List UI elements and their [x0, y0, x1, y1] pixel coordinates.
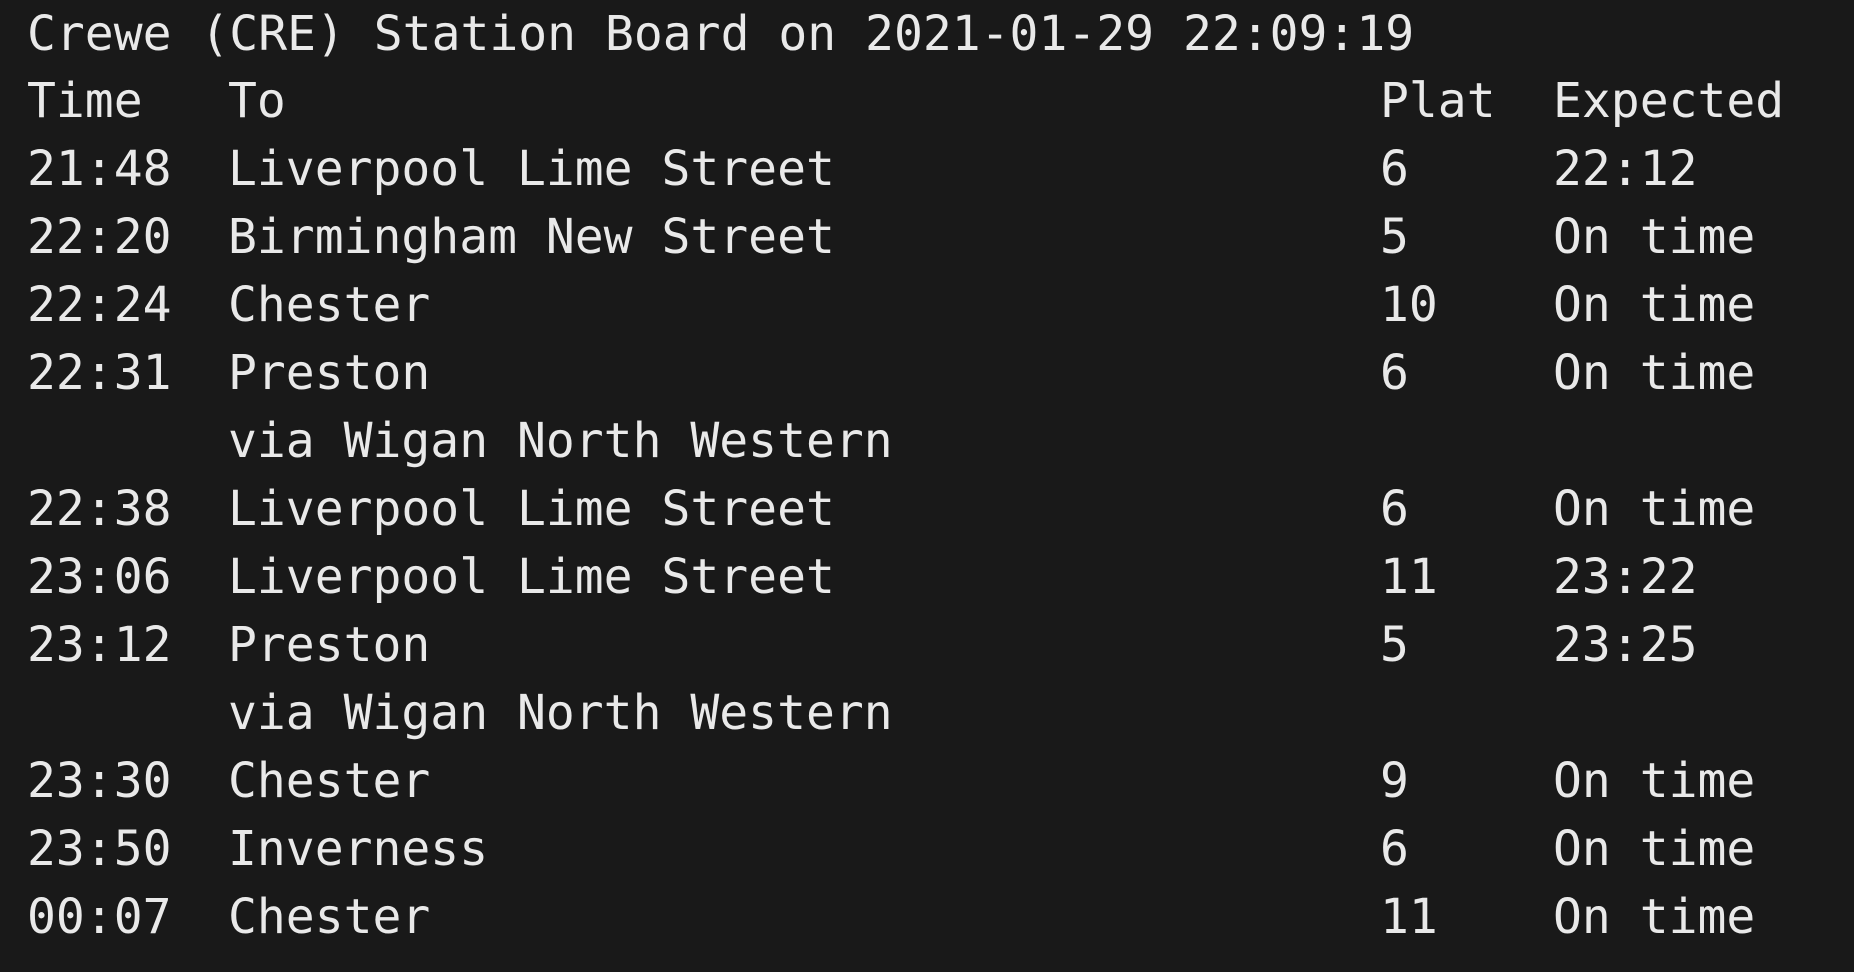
row-destination: Chester	[228, 753, 431, 809]
row-destination: Preston	[228, 345, 431, 401]
table-row: 23:50 Inverness 6 On time	[27, 815, 1755, 883]
row-via-note: via Wigan North Western	[228, 413, 893, 469]
row-time: 23:12	[27, 617, 172, 673]
row-expected: On time	[1553, 345, 1756, 401]
table-row: 23:06 Liverpool Lime Street 11 23:22	[27, 543, 1698, 611]
row-expected: 23:25	[1553, 617, 1698, 673]
row-destination: Liverpool Lime Street	[228, 481, 835, 537]
row-destination: Liverpool Lime Street	[228, 549, 835, 605]
row-expected: On time	[1553, 753, 1756, 809]
header-row: Time To Plat Expected	[27, 67, 1784, 135]
header-plat: Plat	[1380, 73, 1496, 129]
table-row: 23:30 Chester 9 On time	[27, 747, 1755, 815]
row-platform: 6	[1380, 821, 1409, 877]
terminal-window: Crewe (CRE) Station Board on 2021-01-29 …	[0, 0, 1854, 972]
row-time: 22:20	[27, 209, 172, 265]
row-expected: On time	[1553, 209, 1756, 265]
table-row-via: via Wigan North Western	[27, 407, 893, 475]
row-time: 23:30	[27, 753, 172, 809]
row-platform: 6	[1380, 345, 1409, 401]
board-title: Crewe (CRE) Station Board on 2021-01-29 …	[27, 6, 1415, 62]
row-destination: Inverness	[228, 821, 489, 877]
board-title-line: Crewe (CRE) Station Board on 2021-01-29 …	[27, 0, 1414, 68]
row-time: 00:07	[27, 889, 172, 945]
table-row: 22:24 Chester 10 On time	[27, 271, 1755, 339]
table-row: 22:38 Liverpool Lime Street 6 On time	[27, 475, 1755, 543]
row-expected: On time	[1553, 889, 1756, 945]
row-expected: On time	[1553, 821, 1756, 877]
row-destination: Preston	[228, 617, 431, 673]
row-platform: 5	[1380, 209, 1409, 265]
table-row: 23:12 Preston 5 23:25	[27, 611, 1698, 679]
row-time: 21:48	[27, 141, 172, 197]
row-expected: On time	[1553, 277, 1756, 333]
row-expected: 22:12	[1553, 141, 1698, 197]
row-platform: 6	[1380, 481, 1409, 537]
row-destination: Birmingham New Street	[228, 209, 835, 265]
row-time: 22:24	[27, 277, 172, 333]
row-platform: 6	[1380, 141, 1409, 197]
row-destination: Chester	[228, 889, 431, 945]
row-platform: 9	[1380, 753, 1409, 809]
row-expected: On time	[1553, 481, 1756, 537]
header-expected: Expected	[1553, 73, 1785, 129]
table-row: 22:31 Preston 6 On time	[27, 339, 1755, 407]
table-row: 21:48 Liverpool Lime Street 6 22:12	[27, 135, 1698, 203]
header-time: Time	[27, 73, 143, 129]
header-to: To	[228, 73, 286, 129]
table-row-via: via Wigan North Western	[27, 679, 893, 747]
row-time: 23:50	[27, 821, 172, 877]
table-row: 00:07 Chester 11 On time	[27, 883, 1755, 951]
row-platform: 5	[1380, 617, 1409, 673]
row-destination: Liverpool Lime Street	[228, 141, 835, 197]
table-row: 22:20 Birmingham New Street 5 On time	[27, 203, 1755, 271]
row-platform: 10	[1380, 277, 1438, 333]
row-time: 22:38	[27, 481, 172, 537]
row-time: 23:06	[27, 549, 172, 605]
row-expected: 23:22	[1553, 549, 1698, 605]
row-time: 22:31	[27, 345, 172, 401]
row-via-note: via Wigan North Western	[228, 685, 893, 741]
row-destination: Chester	[228, 277, 431, 333]
row-platform: 11	[1380, 549, 1438, 605]
row-platform: 11	[1380, 889, 1438, 945]
